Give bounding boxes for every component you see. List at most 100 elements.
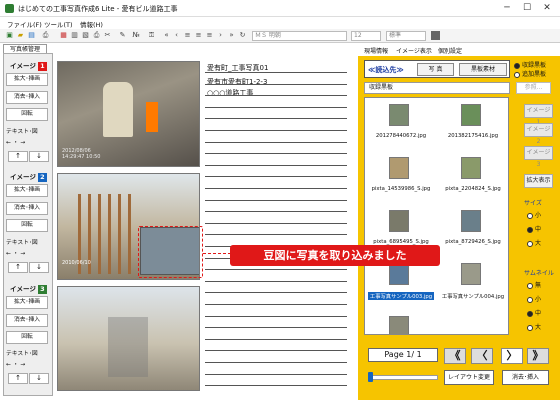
maximize-button[interactable]: ☐: [520, 3, 534, 14]
image2-rotate-button[interactable]: 回転: [6, 219, 48, 232]
image1-insert-button[interactable]: イメージ1: [524, 104, 553, 126]
next-icon[interactable]: ›: [216, 31, 225, 40]
menu-info[interactable]: 情報(H): [80, 19, 103, 29]
photo-slot-1[interactable]: 2012/08/06 14:29:47 10:50: [57, 61, 200, 167]
thumbnail-label[interactable]: pixta_14539986_S.jpg: [368, 186, 434, 192]
size-option[interactable]: 中: [527, 224, 541, 233]
photo-icon[interactable]: ▥: [70, 31, 79, 40]
image1-h-arrows[interactable]: ← ・ →: [6, 138, 48, 149]
minimize-button[interactable]: ─: [500, 3, 514, 14]
next-page-button[interactable]: 〉: [501, 348, 523, 364]
brush-icon[interactable]: ✎: [118, 31, 127, 40]
photo-source-button[interactable]: 写 真: [417, 63, 454, 76]
image1-text-button[interactable]: テキスト･図: [6, 127, 48, 138]
image3-down-button[interactable]: ↓: [29, 373, 49, 384]
image2-fit-button[interactable]: 拡大･挿画: [6, 184, 48, 197]
rotate-icon[interactable]: ↻: [238, 31, 247, 40]
thumbnail-image[interactable]: [389, 157, 409, 179]
thumbnail-image[interactable]: [389, 104, 409, 126]
image1-up-button[interactable]: ↑: [8, 151, 28, 162]
thumbnail-label[interactable]: 工事写真サンプル003.jpg: [368, 292, 434, 300]
align-center-icon[interactable]: ≡: [194, 31, 203, 40]
numbering-icon[interactable]: №: [130, 31, 142, 40]
clear-insert-button[interactable]: 消去･挿入: [502, 370, 549, 385]
thumbnail-image[interactable]: [389, 263, 409, 285]
thumbnail-option[interactable]: 大: [527, 322, 541, 331]
prev-icon[interactable]: ‹: [172, 31, 181, 40]
source-option-added[interactable]: 追加黒板: [514, 69, 546, 78]
tab-image-display[interactable]: イメージ表示: [396, 46, 432, 55]
thumbnail-option[interactable]: 無: [527, 280, 541, 289]
image1-swap-button[interactable]: 消去･挿入: [6, 91, 48, 104]
size-option[interactable]: 小: [527, 210, 541, 219]
tab-site-info[interactable]: 現場情報: [364, 46, 388, 55]
close-button[interactable]: ✕: [540, 3, 554, 14]
print-icon[interactable]: ⎙: [41, 31, 50, 40]
thumbnail-image[interactable]: [461, 157, 481, 179]
thumbnail-label[interactable]: pixta_8729426_S.jpg: [440, 239, 506, 245]
prev-page-button[interactable]: 〈: [471, 348, 493, 364]
align-right-icon[interactable]: ≡: [205, 31, 214, 40]
thumbnail-grid[interactable]: 201278440672.jpg 201382175416.jpg pixta_14…: [364, 97, 509, 335]
image2-down-button[interactable]: ↓: [29, 262, 49, 273]
thumbnail-option[interactable]: 小: [527, 294, 541, 303]
image2-insert-button[interactable]: イメージ2: [524, 123, 553, 145]
sheet-line-2[interactable]: 愛有市愛有町1-2-3: [207, 77, 267, 87]
menu-tools[interactable]: ツール(T): [44, 19, 73, 29]
image2-text-button[interactable]: テキスト･図: [6, 238, 48, 249]
thumbnail-label[interactable]: 工事写真サンプル004.jpg: [440, 292, 506, 300]
first-icon[interactable]: «: [162, 31, 171, 40]
thumbnail-image[interactable]: [461, 210, 481, 232]
pdf-icon[interactable]: ▦: [59, 31, 68, 40]
new-icon[interactable]: ▣: [5, 31, 14, 40]
image1-rotate-button[interactable]: 回転: [6, 108, 48, 121]
style-select[interactable]: 標準: [386, 31, 426, 41]
image3-text-button[interactable]: テキスト･図: [6, 349, 48, 360]
save-icon[interactable]: ▤: [27, 31, 36, 40]
align-left-icon[interactable]: ≡: [183, 31, 192, 40]
board-source-button[interactable]: 黒板素材: [459, 63, 507, 76]
thumbnail-image[interactable]: [389, 210, 409, 232]
last-icon[interactable]: »: [227, 31, 236, 40]
thumbnail-image[interactable]: [461, 263, 481, 285]
source-path-field[interactable]: 収録黒板: [364, 82, 510, 94]
thumbnail-label[interactable]: 201382175416.jpg: [440, 133, 506, 139]
font-select[interactable]: ＭＳ 明朝: [252, 31, 347, 41]
tab-individual-settings[interactable]: 個別設定: [438, 46, 462, 55]
thumbnail-option[interactable]: 中: [527, 308, 541, 317]
open-folder-icon[interactable]: ▰: [16, 31, 25, 40]
image3-h-arrows[interactable]: ← ・ →: [6, 360, 48, 371]
thumbnail-image[interactable]: [389, 316, 409, 334]
image1-down-button[interactable]: ↓: [29, 151, 49, 162]
image3-rotate-button[interactable]: 回転: [6, 331, 48, 344]
font-size-select[interactable]: 12: [351, 31, 381, 41]
image3-fit-button[interactable]: 拡大･挿画: [6, 296, 48, 309]
thumbnail-image[interactable]: [461, 104, 481, 126]
thumbnail-label[interactable]: pixta_2204824_S.jpg: [440, 186, 506, 192]
last-page-button[interactable]: 》: [527, 348, 549, 364]
image3-insert-button[interactable]: イメージ3: [524, 146, 553, 168]
image3-up-button[interactable]: ↑: [8, 373, 28, 384]
print-setup-icon[interactable]: ⎙: [92, 31, 101, 40]
sheet-line-3[interactable]: ○○○道路工事: [207, 88, 253, 98]
image3-swap-button[interactable]: 消去･挿入: [6, 314, 48, 327]
image2-h-arrows[interactable]: ← ・ →: [6, 249, 48, 260]
photo-slot-3[interactable]: [57, 286, 200, 391]
menu-file[interactable]: ファイル(F): [7, 19, 42, 29]
source-option-builtin[interactable]: 収録黒板: [514, 60, 546, 69]
cut-icon[interactable]: ✂: [103, 31, 112, 40]
size-option[interactable]: 大: [527, 238, 541, 247]
image1-fit-button[interactable]: 拡大･挿画: [6, 73, 48, 86]
zoom-slider-track[interactable]: [368, 375, 438, 380]
lock-icon[interactable]: ⚿: [147, 31, 156, 40]
layout-icon[interactable]: ▧: [81, 31, 90, 40]
image2-up-button[interactable]: ↑: [8, 262, 28, 273]
zoom-slider-knob[interactable]: [368, 372, 373, 382]
image2-swap-button[interactable]: 消去･挿入: [6, 202, 48, 215]
reference-button[interactable]: 参照...: [516, 82, 551, 94]
color-swatch[interactable]: [431, 31, 440, 40]
first-page-button[interactable]: 《: [444, 348, 466, 364]
zoom-display-button[interactable]: 拡大表示: [524, 174, 553, 188]
thumbnail-label[interactable]: 201278440672.jpg: [368, 133, 434, 139]
layout-change-button[interactable]: レイアウト変更: [444, 370, 494, 385]
